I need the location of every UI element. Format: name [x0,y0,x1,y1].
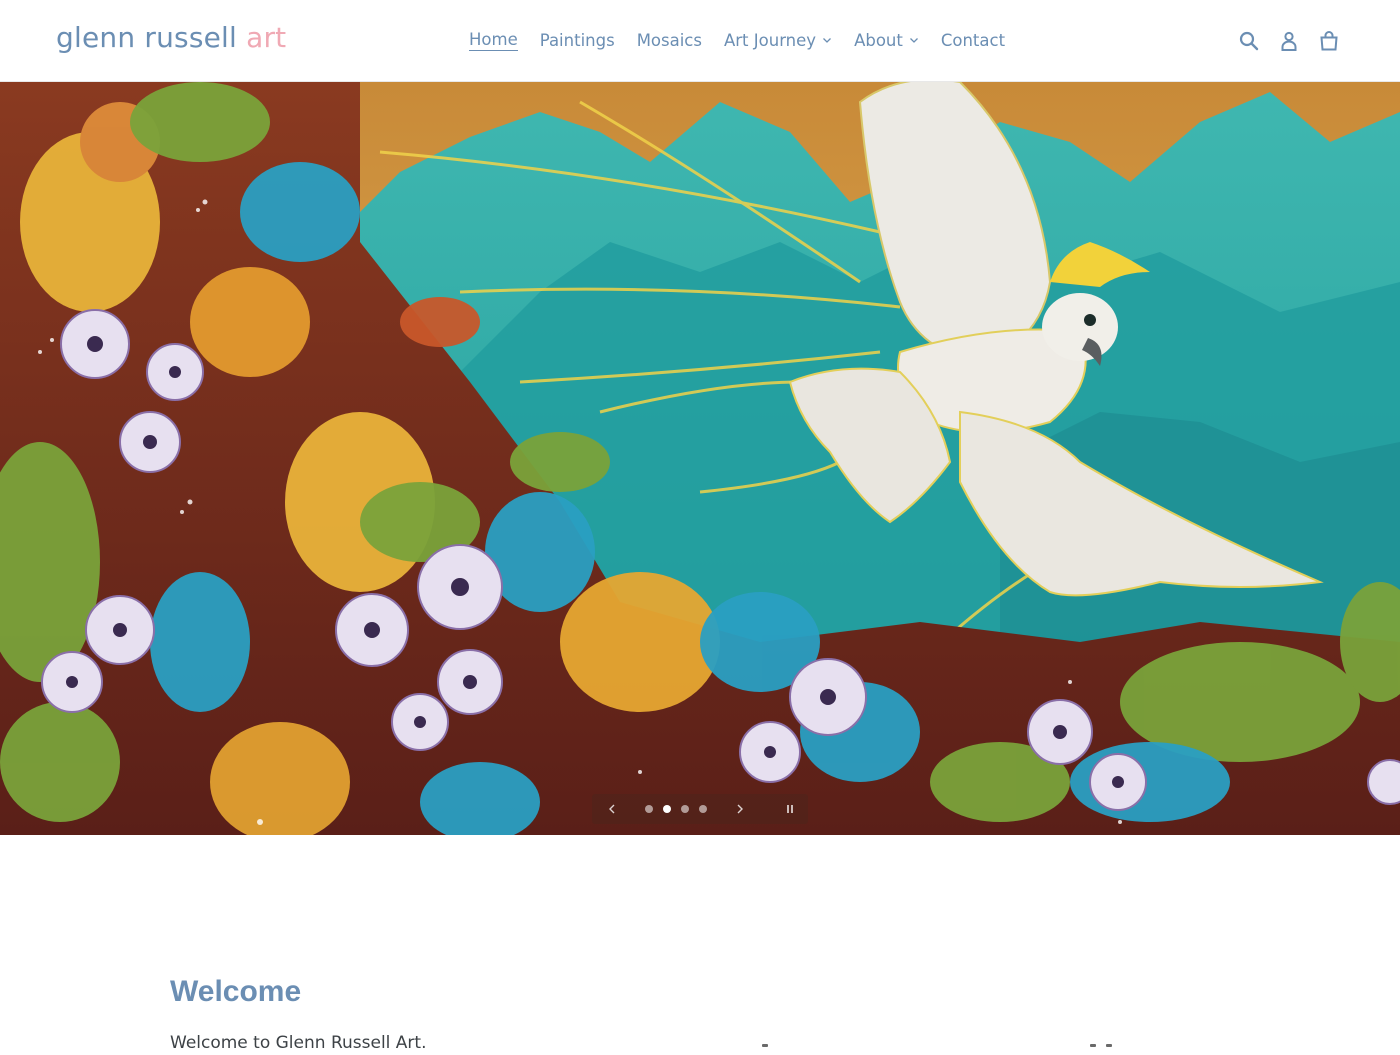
nav-item-home[interactable]: Home [469,30,518,51]
clipped-content-fragment [1090,1044,1096,1047]
welcome-heading: Welcome [170,975,302,1008]
cart-button[interactable] [1316,28,1342,54]
nav-item-mosaics[interactable]: Mosaics [637,31,702,50]
hero-slideshow [0,82,1400,835]
chevron-left-icon [609,804,615,814]
slideshow-dot-4[interactable] [699,805,707,813]
welcome-text: Welcome to Glenn Russell Art. [170,1033,427,1053]
chevron-down-icon [909,38,918,43]
slideshow-controls [592,794,808,824]
nav-item-label: Art Journey [723,30,817,50]
header-icons [1222,28,1342,54]
slideshow-prev-button[interactable] [604,801,620,817]
slideshow-pause-button[interactable] [782,801,798,817]
main-nav: Home Paintings Mosaics Art Journey About… [458,27,1016,53]
site-logo[interactable]: glenn russell art [56,20,286,56]
nav-item-about[interactable]: About [854,31,919,50]
chevron-right-icon [737,804,743,814]
nav-item-art-journey[interactable]: Art Journey [724,31,832,50]
slideshow-next-button[interactable] [732,801,748,817]
nav-item-label: Mosaics [636,30,702,50]
account-icon [1281,31,1297,51]
slideshow-dots [645,805,717,813]
nav-item-paintings[interactable]: Paintings [540,31,615,50]
clipped-content-fragment [762,1044,768,1047]
clipped-content-fragment [1106,1044,1112,1047]
search-button[interactable] [1236,28,1262,54]
chevron-down-icon [823,38,832,43]
logo-text-name: glenn russell [56,21,237,54]
nav-item-label: About [854,30,903,50]
nav-item-label: Paintings [539,30,615,50]
pause-icon [787,805,793,813]
search-icon [1239,31,1259,51]
slideshow-dot-1[interactable] [645,805,653,813]
slideshow-dot-3[interactable] [681,805,689,813]
nav-item-label: Home [469,29,518,51]
hero-painting-image [0,82,1400,835]
site-header: glenn russell art Home Paintings Mosaics… [0,0,1400,82]
cart-icon [1320,31,1338,51]
account-button[interactable] [1276,28,1302,54]
nav-item-contact[interactable]: Contact [941,31,1005,50]
nav-item-label: Contact [940,30,1006,50]
slideshow-dot-2[interactable] [663,805,671,813]
logo-text-art: art [246,21,287,54]
